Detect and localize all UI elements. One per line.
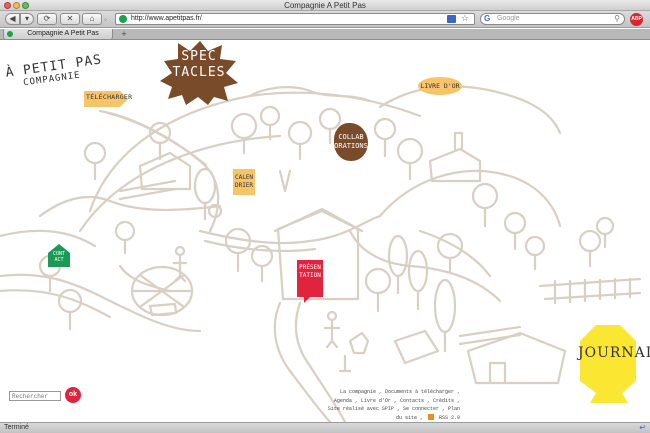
nav-telecharger[interactable]: TÉLÉCHARGER (82, 89, 133, 109)
search-engine-placeholder: Google (497, 15, 520, 22)
footer-link-connect[interactable]: Se connecter (403, 406, 439, 412)
footer-link-agenda[interactable]: Agenda (334, 398, 352, 404)
tab-label: Compagnie A Petit Pas (27, 30, 99, 37)
plus-icon: + (121, 29, 127, 39)
url-text[interactable]: http://www.apetitpas.fr/ (131, 14, 202, 24)
status-text: Terminé (4, 424, 29, 431)
browser-toolbar: ◀ ▾ ⟳ ✕ ⌂ ◦ http://www.apetitpas.fr/ ☆ G… (0, 11, 650, 28)
site-favicon-icon (119, 15, 127, 23)
reload-button[interactable]: ⟳ (37, 13, 57, 25)
footer-link-livre-dor[interactable]: Livre d'Or (361, 398, 391, 404)
search-engine-box[interactable]: G Google ⚲ (480, 13, 625, 25)
nav-contact-label: CONT ACT (52, 251, 66, 263)
forward-button[interactable]: ▾ (20, 13, 34, 25)
nav-collaborations-label: COLLAB ORATIONS (334, 133, 368, 150)
footer-link-plan-cont[interactable]: du site (396, 415, 417, 421)
nav-spectacles[interactable]: SPEC TACLES (160, 41, 238, 105)
back-button[interactable]: ◀ (5, 13, 20, 25)
rss-feed-icon[interactable] (447, 15, 456, 23)
bookmark-star-icon[interactable]: ☆ (461, 13, 469, 24)
rss-icon[interactable] (427, 414, 434, 421)
footer-link-documents[interactable]: Documents à télécharger (385, 389, 454, 395)
new-tab-button[interactable]: + (118, 29, 130, 39)
tab-bar: Compagnie A Petit Pas + (0, 29, 650, 40)
nav-collaborations[interactable]: COLLAB ORATIONS (334, 123, 368, 161)
feed-icon[interactable]: ◦ (104, 15, 107, 24)
nav-calendrier-label: CALEN DRIER (234, 174, 254, 189)
search-input[interactable] (9, 391, 61, 401)
footer-link-compagnie[interactable]: La compagnie (340, 389, 376, 395)
status-indicator-icon: ↵ (639, 423, 646, 432)
nav-calendrier[interactable]: CALEN DRIER (233, 169, 255, 195)
search-submit-button[interactable]: ok (65, 387, 81, 403)
forward-arrow-icon: ▾ (24, 14, 29, 23)
adblock-button[interactable]: ABP (630, 13, 643, 26)
home-button[interactable]: ⌂ (82, 13, 102, 25)
window-title: Compagnie A Petit Pas (284, 1, 366, 10)
nav-journal[interactable]: JOURNAL (578, 323, 650, 399)
nav-presentation[interactable]: PRÉSEN TATION (297, 260, 323, 300)
stop-icon: ✕ (66, 14, 74, 23)
nav-contact[interactable]: CONT ACT (48, 244, 70, 268)
stop-button[interactable]: ✕ (60, 13, 80, 25)
footer-link-contacts[interactable]: Contacts (400, 398, 424, 404)
nav-presentation-label: PRÉSEN TATION (299, 264, 321, 279)
nav-journal-label: JOURNAL (578, 345, 650, 361)
title-bar: Compagnie A Petit Pas (0, 0, 650, 11)
footer-link-credits[interactable]: Crédits (433, 398, 454, 404)
status-bar: Terminé ↵ (0, 422, 650, 433)
address-bar[interactable]: http://www.apetitpas.fr/ ☆ (115, 13, 475, 25)
nav-spectacles-label: SPEC TACLES (172, 49, 226, 80)
nav-livre-dor-label: LIVRE D'OR (420, 82, 460, 90)
google-icon[interactable]: G (484, 14, 490, 24)
page-content: À PETIT PAS COMPAGNIE SPEC TACLES TÉLÉCH… (0, 41, 650, 422)
tab-active[interactable]: Compagnie A Petit Pas (3, 29, 113, 40)
footer-link-rss[interactable]: RSS 2.0 (439, 415, 460, 421)
magnifier-icon[interactable]: ⚲ (614, 14, 620, 24)
reload-icon: ⟳ (43, 14, 51, 23)
nav-livre-dor[interactable]: LIVRE D'OR (418, 77, 462, 95)
back-arrow-icon: ◀ (9, 14, 16, 23)
home-icon: ⌂ (89, 14, 95, 23)
footer-links: La compagnie , Documents à télécharger ,… (327, 389, 460, 421)
footer-link-plan[interactable]: Plan (448, 406, 460, 412)
tab-favicon-icon (7, 31, 13, 37)
nav-telecharger-label: TÉLÉCHARGER (86, 93, 133, 101)
footer-link-spip[interactable]: Site réalisé avec SPIP (328, 406, 394, 412)
